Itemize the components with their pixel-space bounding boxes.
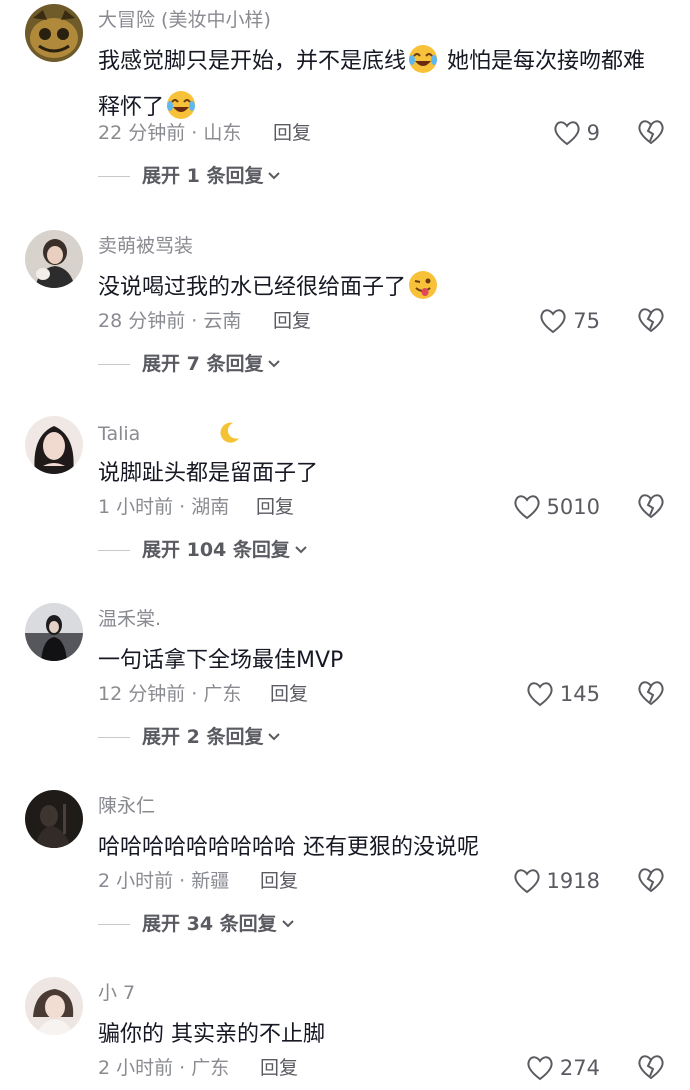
comment-meta-row: 22 分钟前 · 山东 回复 9: [0, 117, 690, 149]
like-count: 5010: [546, 495, 600, 519]
comment-text-part: 说脚趾头都是留面子了: [98, 461, 319, 486]
avatar[interactable]: [25, 230, 83, 288]
dislike-button[interactable]: [637, 1054, 665, 1084]
like-button[interactable]: 5010: [513, 491, 600, 523]
comment-text: 说脚趾头都是留面子了: [98, 454, 658, 494]
comment-timestamp-location: 1 小时前 · 湖南: [98, 496, 230, 518]
comment-meta-row: 1 小时前 · 湖南 回复 5010: [0, 491, 690, 523]
like-count: 9: [586, 121, 600, 145]
comment-text-part: 哈哈哈哈哈哈哈哈哈 还有更狠的没说呢: [98, 835, 479, 860]
expand-replies[interactable]: 展开 1 条回复: [98, 162, 281, 190]
reply-button[interactable]: 回复: [270, 682, 308, 706]
chevron-down-icon: [268, 172, 281, 180]
avatar[interactable]: [25, 4, 83, 62]
dislike-button[interactable]: [637, 307, 665, 337]
laughing-crying-emoji-icon: [408, 44, 438, 88]
heart-outline-icon: [540, 309, 566, 334]
like-button[interactable]: 9: [553, 117, 600, 149]
heart-outline-icon: [513, 495, 540, 520]
comment-meta-row: 2 小时前 · 广东 回复 274: [0, 1052, 690, 1084]
crescent-moon-icon: [220, 422, 240, 443]
divider: [98, 923, 130, 925]
divider: [98, 175, 130, 177]
comment-text-part: 一句话拿下全场最佳MVP: [98, 648, 344, 673]
like-button[interactable]: 145: [526, 678, 600, 710]
avatar[interactable]: [25, 416, 83, 474]
comment-text-part: 没说喝过我的水已经很给面子了: [98, 275, 407, 300]
heart-outline-icon: [527, 682, 553, 707]
broken-heart-icon: [638, 681, 664, 706]
comment-timestamp-location: 12 分钟前 · 广东: [98, 683, 242, 705]
avatar-image: [25, 790, 83, 848]
reply-button[interactable]: 回复: [273, 309, 311, 333]
expand-replies[interactable]: 展开 2 条回复: [98, 723, 281, 751]
divider: [98, 549, 130, 551]
like-count: 274: [559, 1056, 600, 1080]
like-button[interactable]: 274: [526, 1052, 600, 1084]
comment-timestamp-location: 2 小时前 · 新疆: [98, 870, 230, 892]
chevron-down-icon: [295, 546, 307, 554]
username[interactable]: 小 7: [98, 981, 135, 1005]
comment-text: 哈哈哈哈哈哈哈哈哈 还有更狠的没说呢: [98, 828, 658, 868]
avatar[interactable]: [25, 603, 83, 661]
broken-heart-icon: [638, 494, 664, 519]
chevron-down-icon: [281, 920, 294, 928]
divider: [98, 363, 130, 365]
comment-text: 一句话拿下全场最佳MVP: [98, 641, 658, 681]
comment-timestamp-location: 22 分钟前 · 山东: [98, 122, 242, 144]
heart-outline-icon: [554, 121, 580, 146]
heart-outline-icon: [513, 869, 540, 894]
comment-text-part: 我感觉脚只是开始，并不是底线: [98, 49, 407, 74]
avatar-image: [25, 603, 83, 661]
avatar-image: [25, 230, 83, 288]
avatar-image: [25, 4, 83, 62]
reply-button[interactable]: 回复: [260, 869, 298, 893]
broken-heart-icon: [638, 868, 664, 893]
like-count: 75: [573, 309, 600, 333]
heart-outline-icon: [527, 1056, 553, 1081]
username[interactable]: Talia: [98, 420, 242, 446]
dislike-button[interactable]: [637, 493, 665, 523]
avatar[interactable]: [25, 977, 83, 1035]
expand-replies-label[interactable]: 展开 104 条回复: [142, 538, 290, 562]
like-count: 1918: [546, 869, 600, 893]
username[interactable]: 大冒险 (美妆中小样): [98, 8, 271, 32]
comment-meta-row: 2 小时前 · 新疆 回复 1918: [0, 865, 690, 897]
like-button[interactable]: 75: [539, 305, 600, 337]
expand-replies-label[interactable]: 展开 2 条回复: [142, 725, 263, 749]
broken-heart-icon: [638, 120, 664, 145]
like-count: 145: [559, 682, 600, 706]
expand-replies-label[interactable]: 展开 1 条回复: [142, 164, 263, 188]
comment-meta-row: 12 分钟前 · 广东 回复 145: [0, 678, 690, 710]
avatar-image: [25, 416, 83, 474]
username[interactable]: 卖萌被骂装: [98, 234, 193, 258]
comment-timestamp-location: 28 分钟前 · 云南: [98, 310, 242, 332]
avatar-image: [25, 977, 83, 1035]
broken-heart-icon: [638, 308, 664, 333]
expand-replies[interactable]: 展开 104 条回复: [98, 536, 308, 564]
like-button[interactable]: 1918: [513, 865, 600, 897]
expand-replies-label[interactable]: 展开 7 条回复: [142, 352, 263, 376]
dislike-button[interactable]: [637, 680, 665, 710]
chevron-down-icon: [268, 733, 281, 741]
comment-timestamp-location: 2 小时前 · 广东: [98, 1057, 230, 1079]
broken-heart-icon: [638, 1055, 664, 1080]
reply-button[interactable]: 回复: [260, 1056, 298, 1080]
dislike-button[interactable]: [637, 119, 665, 149]
comment-text: 骗你的 其实亲的不止脚: [98, 1015, 658, 1055]
divider: [98, 736, 130, 738]
expand-replies[interactable]: 展开 7 条回复: [98, 350, 281, 378]
expand-replies[interactable]: 展开 34 条回复: [98, 910, 295, 938]
reply-button[interactable]: 回复: [273, 121, 311, 145]
comment-text-part: 骗你的 其实亲的不止脚: [98, 1022, 325, 1047]
username[interactable]: 温禾棠.: [98, 607, 161, 631]
username-text: Talia: [98, 423, 141, 445]
expand-replies-label[interactable]: 展开 34 条回复: [142, 912, 277, 936]
username[interactable]: 陳永仁: [98, 794, 155, 818]
reply-button[interactable]: 回复: [256, 495, 294, 519]
comment-meta-row: 28 分钟前 · 云南 回复 75: [0, 305, 690, 337]
chevron-down-icon: [268, 360, 281, 368]
dislike-button[interactable]: [637, 867, 665, 897]
avatar[interactable]: [25, 790, 83, 848]
